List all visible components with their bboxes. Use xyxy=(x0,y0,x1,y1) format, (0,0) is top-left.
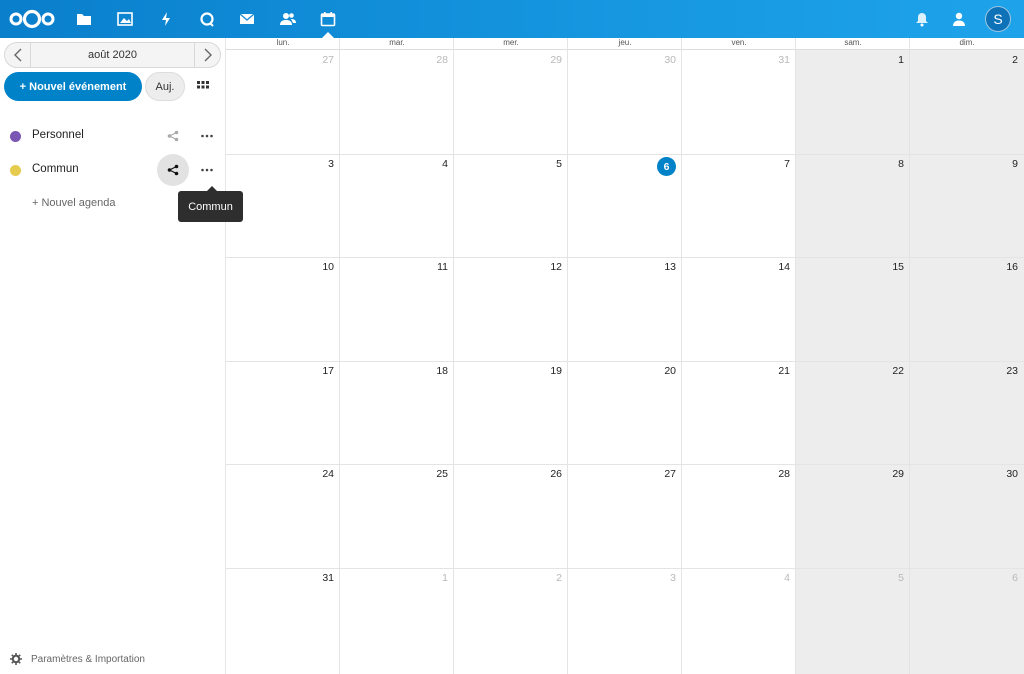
day-number[interactable]: 30 xyxy=(646,54,676,66)
files-icon[interactable] xyxy=(73,8,95,30)
day-number[interactable]: 22 xyxy=(874,365,904,377)
today-button[interactable]: Auj. xyxy=(145,72,185,101)
chevron-right-icon xyxy=(204,48,212,62)
day-number[interactable]: 21 xyxy=(760,365,790,377)
day-number[interactable]: 3 xyxy=(646,572,676,584)
photos-icon[interactable] xyxy=(114,8,136,30)
day-number[interactable]: 26 xyxy=(532,468,562,480)
row-divider xyxy=(226,257,1024,258)
calendar-icon[interactable] xyxy=(317,8,339,30)
day-number[interactable]: 28 xyxy=(418,54,448,66)
day-number[interactable]: 14 xyxy=(760,261,790,273)
more-icon xyxy=(201,134,213,138)
day-number[interactable]: 24 xyxy=(304,468,334,480)
calendar-item-personnel[interactable]: Personnel xyxy=(0,121,226,151)
column-divider xyxy=(339,38,340,674)
day-number[interactable]: 20 xyxy=(646,365,676,377)
day-number[interactable]: 9 xyxy=(988,158,1018,170)
calendar-name: Personnel xyxy=(32,129,84,141)
calendar-actions-button[interactable] xyxy=(196,129,218,143)
settings-label: Paramètres & Importation xyxy=(31,653,145,665)
user-avatar[interactable]: S xyxy=(985,6,1011,32)
talk-icon[interactable] xyxy=(196,8,218,30)
day-number[interactable]: 8 xyxy=(874,158,904,170)
day-number[interactable]: 17 xyxy=(304,365,334,377)
day-number[interactable]: 10 xyxy=(304,261,334,273)
app-navigation: août 2020 + Nouvel événement Auj. Person… xyxy=(0,38,226,674)
new-calendar-button[interactable]: + Nouvel agenda xyxy=(32,197,115,209)
day-number[interactable]: 2 xyxy=(532,572,562,584)
month-picker: août 2020 xyxy=(4,42,221,68)
day-number[interactable]: 11 xyxy=(418,261,448,273)
header-divider xyxy=(226,49,1024,50)
month-label[interactable]: août 2020 xyxy=(31,43,194,67)
gear-icon xyxy=(10,653,22,665)
column-divider xyxy=(795,38,796,674)
day-number[interactable]: 31 xyxy=(760,54,790,66)
day-number[interactable]: 6 xyxy=(988,572,1018,584)
column-divider xyxy=(681,38,682,674)
view-grid-button[interactable] xyxy=(193,78,213,96)
share-tooltip: Commun xyxy=(178,186,243,222)
calendar-color-dot[interactable] xyxy=(10,131,21,142)
calendar-actions-button[interactable] xyxy=(196,163,218,177)
column-divider xyxy=(453,38,454,674)
calendar-color-dot[interactable] xyxy=(10,165,21,176)
day-number[interactable]: 28 xyxy=(760,468,790,480)
day-number[interactable]: 5 xyxy=(874,572,904,584)
day-number[interactable]: 1 xyxy=(874,54,904,66)
contacts-icon[interactable] xyxy=(277,8,299,30)
day-number[interactable]: 16 xyxy=(988,261,1018,273)
row-divider xyxy=(226,361,1024,362)
day-number[interactable]: 18 xyxy=(418,365,448,377)
next-month-button[interactable] xyxy=(194,43,220,67)
day-number[interactable]: 27 xyxy=(646,468,676,480)
activity-icon[interactable] xyxy=(155,8,177,30)
contacts-menu-icon[interactable] xyxy=(948,8,970,30)
row-divider xyxy=(226,154,1024,155)
day-number[interactable]: 13 xyxy=(646,261,676,273)
day-number[interactable]: 1 xyxy=(418,572,448,584)
day-number[interactable]: 29 xyxy=(874,468,904,480)
day-number[interactable]: 2 xyxy=(988,54,1018,66)
share-calendar-button[interactable] xyxy=(157,154,189,186)
day-number[interactable]: 27 xyxy=(304,54,334,66)
top-header: S xyxy=(0,0,1024,38)
share-icon xyxy=(167,164,179,176)
more-icon xyxy=(201,168,213,172)
notifications-icon[interactable] xyxy=(911,8,933,30)
nextcloud-logo-icon[interactable] xyxy=(9,8,55,30)
day-number[interactable]: 4 xyxy=(418,158,448,170)
new-event-button[interactable]: + Nouvel événement xyxy=(4,72,142,101)
day-number[interactable]: 19 xyxy=(532,365,562,377)
day-number[interactable]: 12 xyxy=(532,261,562,273)
day-number[interactable]: 15 xyxy=(874,261,904,273)
day-number[interactable]: 30 xyxy=(988,468,1018,480)
day-number[interactable]: 7 xyxy=(760,158,790,170)
row-divider xyxy=(226,464,1024,465)
day-number[interactable]: 5 xyxy=(532,158,562,170)
chevron-left-icon xyxy=(13,48,21,62)
settings-button[interactable]: Paramètres & Importation xyxy=(10,651,145,667)
share-icon xyxy=(167,130,179,142)
column-divider xyxy=(567,38,568,674)
share-calendar-button[interactable] xyxy=(157,121,189,151)
day-number[interactable]: 25 xyxy=(418,468,448,480)
day-number[interactable]: 31 xyxy=(304,572,334,584)
today-date-badge[interactable]: 6 xyxy=(657,157,676,176)
day-number[interactable]: 3 xyxy=(304,158,334,170)
calendar-name: Commun xyxy=(32,163,79,175)
calendar-item-commun[interactable]: Commun xyxy=(0,154,226,186)
day-number[interactable]: 23 xyxy=(988,365,1018,377)
row-divider xyxy=(226,568,1024,569)
grid-view-icon xyxy=(197,81,209,89)
column-divider xyxy=(909,38,910,674)
previous-month-button[interactable] xyxy=(5,43,31,67)
month-grid: lun. mar. mer. jeu. ven. sam. dim. 27 28 29 30 31 1 2… xyxy=(226,38,1024,674)
day-number[interactable]: 29 xyxy=(532,54,562,66)
mail-icon[interactable] xyxy=(236,8,258,30)
day-number[interactable]: 4 xyxy=(760,572,790,584)
